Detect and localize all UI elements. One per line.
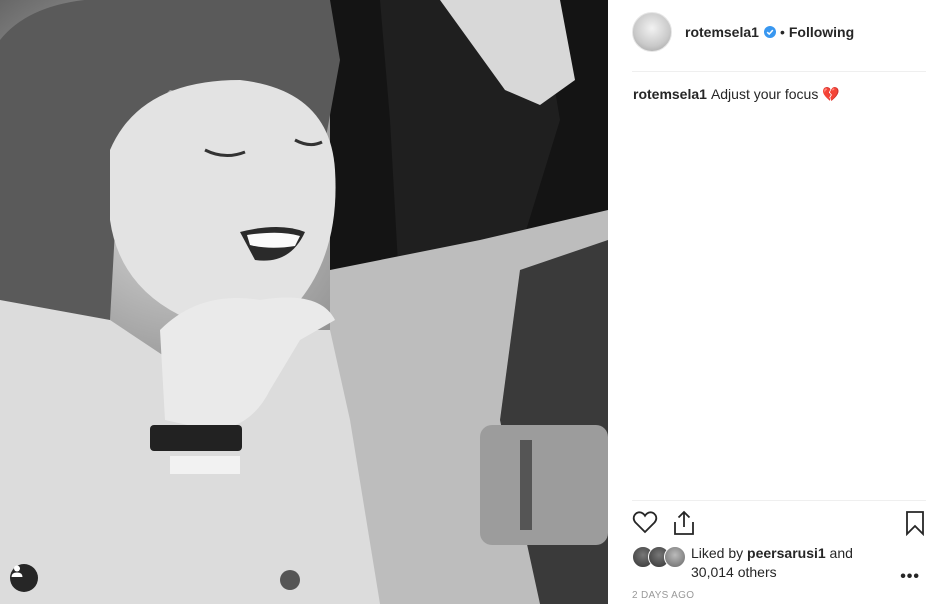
more-options-button[interactable]: ••• (900, 568, 920, 586)
likes-prefix: Liked by (691, 545, 744, 561)
likes-others-link[interactable]: 30,014 others (691, 564, 777, 580)
verified-badge-icon (763, 26, 776, 38)
likes-section: Liked by peersarusi1 and 30,014 others •… (632, 544, 926, 586)
bookmark-icon[interactable] (905, 510, 925, 536)
share-upload-icon[interactable] (672, 510, 696, 536)
liked-by-avatars[interactable] (632, 546, 688, 568)
likes-text: Liked by peersarusi1 and 30,014 others (691, 544, 853, 582)
likes-and: and (829, 545, 853, 561)
post-side-panel: rotemsela1 • Following rotemsela1 Adjust … (608, 0, 948, 604)
header-separator: • (779, 24, 785, 40)
following-button[interactable]: Following (789, 24, 854, 40)
header-divider (632, 71, 926, 72)
caption-username[interactable]: rotemsela1 (633, 86, 707, 102)
avatar (664, 546, 686, 568)
action-bar (632, 510, 926, 538)
photo-illustration (0, 0, 608, 604)
avatar[interactable] (632, 12, 672, 52)
caption-text: Adjust your focus 💔 (710, 86, 840, 102)
actions-divider (632, 500, 926, 501)
header-username[interactable]: rotemsela1 (685, 24, 759, 40)
caption: rotemsela1 Adjust your focus 💔 (633, 85, 840, 103)
heart-outline-icon[interactable] (632, 510, 658, 534)
post-photo[interactable] (0, 0, 608, 604)
liked-by-user-link[interactable]: peersarusi1 (747, 545, 826, 561)
user-silhouette-icon[interactable] (10, 564, 38, 592)
post-timestamp[interactable]: 2 DAYS AGO (632, 590, 694, 601)
post-header: rotemsela1 • Following (632, 12, 926, 52)
